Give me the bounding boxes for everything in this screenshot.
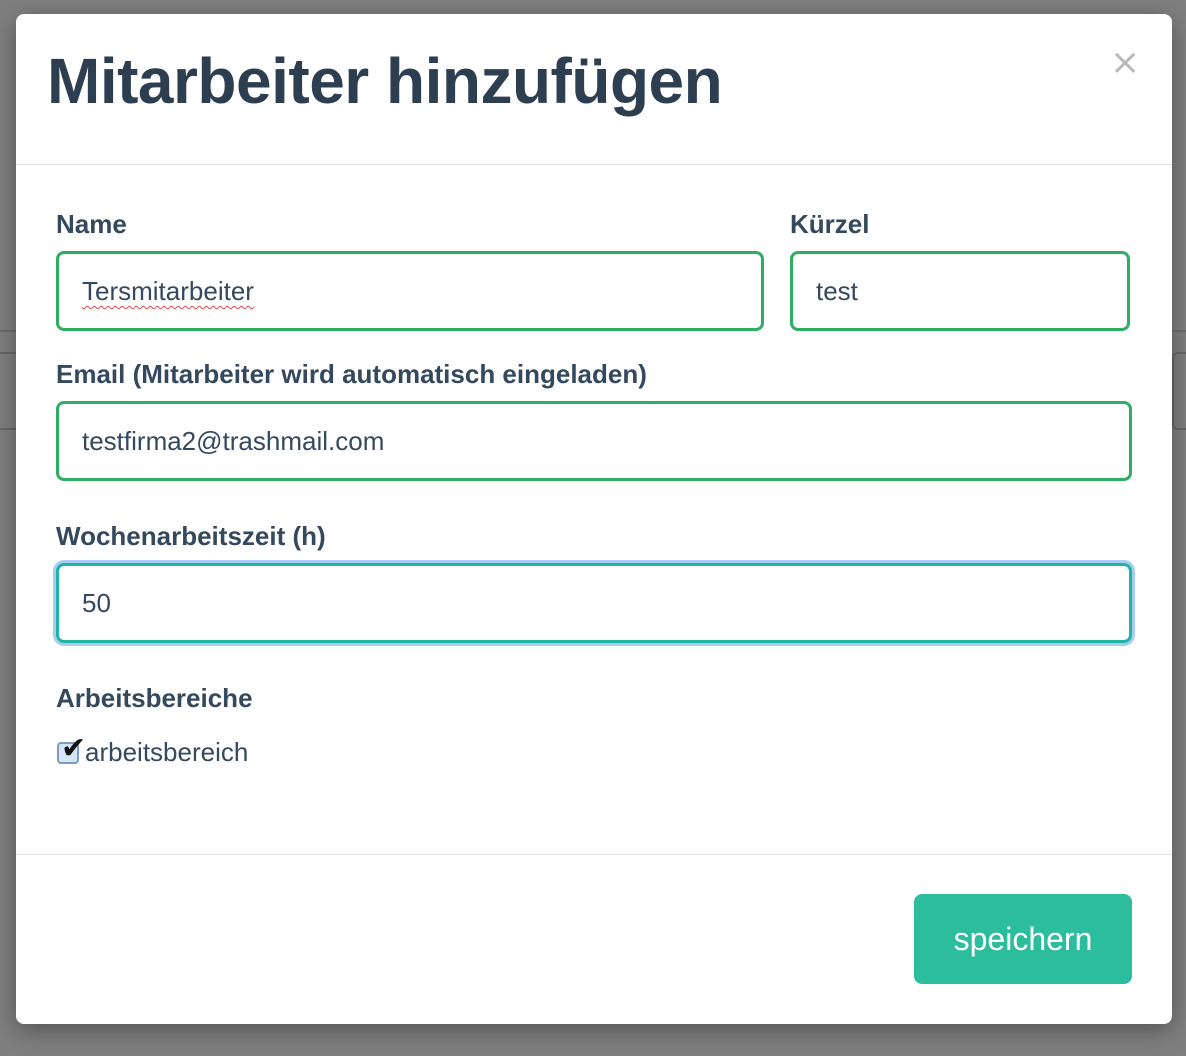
hours-field[interactable]: 50 xyxy=(56,563,1132,643)
email-field[interactable]: testfirma2@trashmail.com xyxy=(56,401,1132,481)
kuerzel-field[interactable]: test xyxy=(790,251,1130,331)
name-value: Tersmitarbeiter xyxy=(82,276,254,306)
modal-footer: speichern xyxy=(16,855,1172,1023)
areas-label: Arbeitsbereiche xyxy=(56,683,253,713)
modal-body: Name Tersmitarbeiter Kürzel test Email (… xyxy=(16,165,1172,855)
modal-header: Mitarbeiter hinzufügen × xyxy=(16,14,1172,165)
modal-title: Mitarbeiter hinzufügen xyxy=(47,45,723,117)
close-icon[interactable]: × xyxy=(1110,45,1140,81)
hours-label: Wochenarbeitszeit (h) xyxy=(56,521,326,551)
save-button[interactable]: speichern xyxy=(914,894,1132,984)
email-label: Email (Mitarbeiter wird automatisch eing… xyxy=(56,359,647,389)
area-checkbox-label[interactable]: arbeitsbereich xyxy=(85,737,248,768)
kuerzel-value: test xyxy=(816,276,858,306)
kuerzel-label: Kürzel xyxy=(790,209,870,239)
email-value: testfirma2@trashmail.com xyxy=(82,426,385,456)
area-checkbox-row[interactable]: ✔ arbeitsbereich xyxy=(57,733,248,768)
name-field[interactable]: Tersmitarbeiter xyxy=(56,251,764,331)
add-employee-modal: Mitarbeiter hinzufügen × Name Tersmitarb… xyxy=(16,14,1172,1024)
hours-value: 50 xyxy=(82,588,111,618)
name-label: Name xyxy=(56,209,127,239)
area-checkbox[interactable]: ✔ xyxy=(57,733,86,764)
checkmark-icon: ✔ xyxy=(61,730,87,766)
